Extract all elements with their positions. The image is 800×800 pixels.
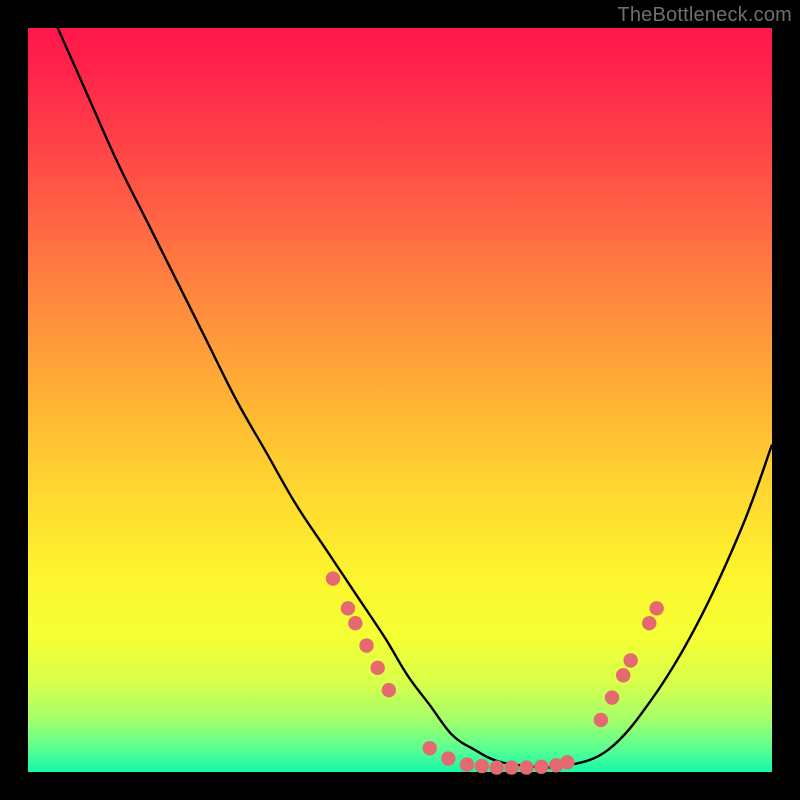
watermark-text: TheBottleneck.com xyxy=(617,4,792,27)
curve-marker xyxy=(460,757,474,771)
curve-marker xyxy=(605,690,619,704)
bottleneck-curve-svg xyxy=(28,28,772,772)
curve-marker xyxy=(370,661,384,675)
curve-marker xyxy=(490,760,504,774)
curve-marker xyxy=(534,760,548,774)
curve-marker xyxy=(341,601,355,615)
curve-marker xyxy=(348,616,362,630)
curve-marker xyxy=(519,760,533,774)
curve-marker xyxy=(642,616,656,630)
curve-marker xyxy=(560,755,574,769)
curve-marker xyxy=(616,668,630,682)
bottleneck-curve-path xyxy=(58,28,772,768)
curve-marker xyxy=(359,638,373,652)
curve-marker xyxy=(441,751,455,765)
curve-marker xyxy=(326,571,340,585)
curve-marker xyxy=(594,713,608,727)
curve-marker xyxy=(623,653,637,667)
curve-marker xyxy=(649,601,663,615)
curve-marker xyxy=(504,760,518,774)
curve-marker xyxy=(382,683,396,697)
curve-marker xyxy=(423,741,437,755)
curve-marker xyxy=(475,759,489,773)
chart-plot-area xyxy=(28,28,772,772)
